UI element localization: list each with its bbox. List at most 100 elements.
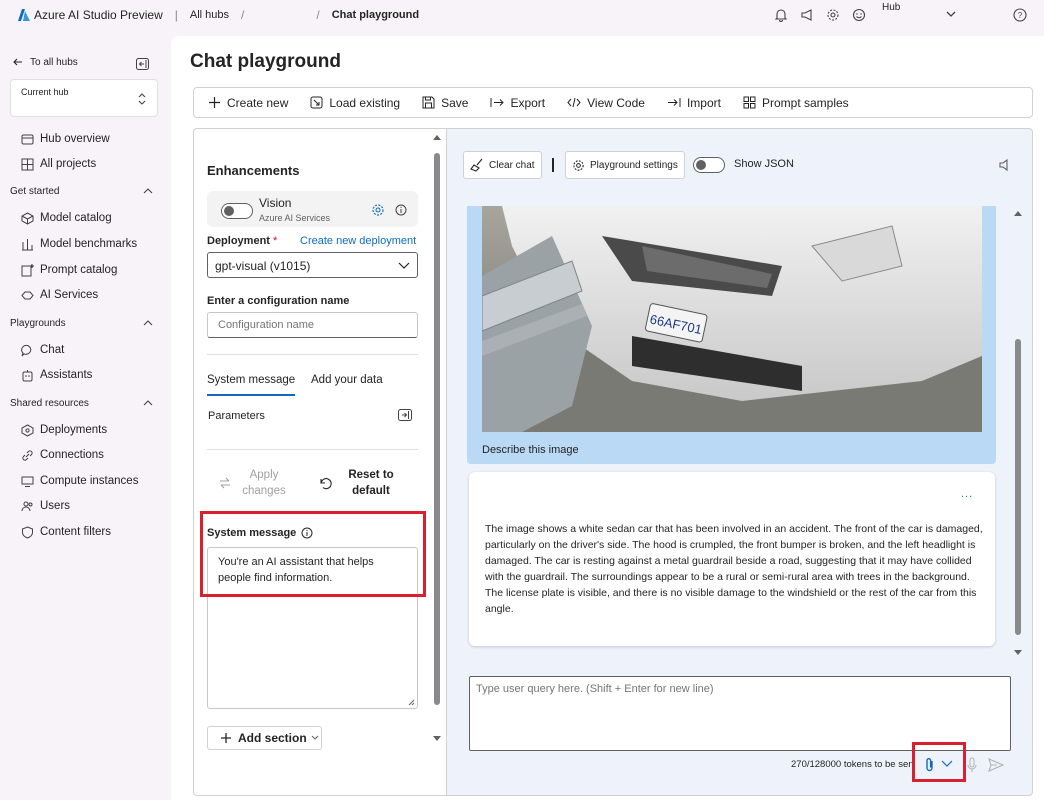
- chat-scrollbar[interactable]: [1013, 209, 1023, 659]
- tab-system-message[interactable]: System message: [207, 374, 296, 396]
- collapse-panel-icon[interactable]: [136, 58, 149, 70]
- enhancements-title: Enhancements: [207, 163, 300, 178]
- nav-group-get-started[interactable]: Get started: [10, 186, 59, 197]
- load-existing-button[interactable]: Load existing: [310, 96, 400, 110]
- show-json-label: Show JSON: [734, 158, 794, 170]
- save-button[interactable]: Save: [422, 96, 468, 110]
- assistant-icon: [20, 368, 34, 382]
- resize-grip-icon[interactable]: [408, 699, 415, 706]
- page-title: Chat playground: [190, 51, 341, 72]
- hub-label[interactable]: Hub: [882, 2, 900, 13]
- nav-chat[interactable]: Chat: [20, 343, 64, 357]
- current-hub-label: Current hub: [21, 87, 69, 97]
- create-new-button[interactable]: Create new: [208, 96, 288, 110]
- left-nav: To all hubs Current hub Hub overview All…: [0, 36, 168, 800]
- nav-ai-services[interactable]: AI Services: [20, 288, 98, 302]
- brand[interactable]: Azure AI Studio Preview: [18, 8, 163, 22]
- scroll-up-icon[interactable]: [1013, 209, 1023, 219]
- car-accident-image[interactable]: 66AF701: [482, 206, 982, 432]
- scroll-thumb[interactable]: [434, 153, 440, 705]
- nav-connections[interactable]: Connections: [20, 448, 104, 462]
- top-bar: Azure AI Studio Preview | All hubs / / C…: [0, 0, 1044, 30]
- reset-to-default-button[interactable]: Reset to default: [318, 467, 404, 499]
- chevron-up-icon[interactable]: [142, 186, 154, 196]
- microphone-icon[interactable]: [966, 757, 978, 773]
- add-section-button[interactable]: Add section: [207, 726, 322, 750]
- breadcrumb-all-hubs[interactable]: All hubs: [190, 9, 229, 21]
- toolbar: Create new Load existing Save Export Vie…: [193, 87, 1033, 118]
- save-icon: [422, 96, 435, 109]
- to-all-hubs-link[interactable]: To all hubs: [12, 56, 78, 68]
- parameters-label[interactable]: Parameters: [208, 410, 265, 422]
- apply-changes-button[interactable]: Apply changes: [218, 467, 296, 499]
- brand-name: Azure AI Studio Preview: [34, 8, 163, 22]
- divider: [207, 354, 418, 355]
- to-all-hubs-label: To all hubs: [30, 56, 78, 68]
- scroll-thumb[interactable]: [1015, 339, 1021, 635]
- prompt-samples-button[interactable]: Prompt samples: [743, 96, 849, 110]
- paperclip-icon[interactable]: [923, 757, 937, 773]
- nav-content-filters[interactable]: Content filters: [20, 525, 111, 539]
- view-code-button[interactable]: View Code: [567, 96, 645, 110]
- nav-deployments[interactable]: Deployments: [20, 423, 107, 437]
- chevron-down-icon[interactable]: [944, 7, 958, 21]
- settings-gear-icon[interactable]: [824, 6, 842, 24]
- send-icon[interactable]: [988, 757, 1004, 773]
- gear-icon[interactable]: [371, 203, 385, 217]
- swap-arrows-icon: [220, 477, 230, 489]
- scroll-down-icon[interactable]: [1013, 647, 1023, 657]
- nav-all-projects[interactable]: All projects: [20, 157, 96, 171]
- nav-hub-overview[interactable]: Hub overview: [20, 132, 110, 146]
- nav-assistants[interactable]: Assistants: [20, 368, 92, 382]
- plus-icon: [209, 97, 220, 108]
- expand-panel-icon[interactable]: [398, 409, 412, 421]
- help-icon[interactable]: ?: [1012, 7, 1028, 23]
- plus-icon: [221, 733, 231, 743]
- bell-icon[interactable]: [772, 6, 790, 24]
- megaphone-icon[interactable]: [798, 6, 816, 24]
- user-message-text: Describe this image: [482, 444, 579, 456]
- smiley-feedback-icon[interactable]: [850, 6, 868, 24]
- scroll-down-icon[interactable]: [432, 733, 442, 743]
- chevron-up-icon[interactable]: [142, 398, 154, 408]
- vision-enhancement: Vision Azure AI Services: [207, 191, 418, 227]
- nav-users[interactable]: Users: [20, 499, 70, 513]
- config-name-input[interactable]: [207, 312, 418, 338]
- chevron-up-down-icon: [138, 93, 146, 105]
- deployment-select[interactable]: gpt-visual (v1015): [207, 252, 418, 278]
- nav-group-playgrounds[interactable]: Playgrounds: [10, 318, 66, 329]
- chevron-up-icon[interactable]: [142, 318, 154, 328]
- info-icon[interactable]: [301, 527, 313, 539]
- info-icon[interactable]: [395, 204, 407, 216]
- nav-group-shared-resources[interactable]: Shared resources: [10, 398, 89, 409]
- deployment-value: gpt-visual (v1015): [215, 259, 311, 273]
- compute-icon: [20, 474, 34, 488]
- nav-model-benchmarks[interactable]: Model benchmarks: [20, 237, 137, 251]
- nav-model-catalog[interactable]: Model catalog: [20, 211, 112, 225]
- benchmark-icon: [20, 237, 34, 251]
- import-button[interactable]: Import: [667, 96, 721, 110]
- tab-add-your-data[interactable]: Add your data: [311, 374, 383, 386]
- users-icon: [20, 499, 34, 513]
- deployment-label: Deployment *: [207, 235, 278, 247]
- prompt-icon: [20, 263, 34, 277]
- chevron-down-icon[interactable]: [941, 759, 953, 769]
- link-icon: [20, 448, 34, 462]
- playground-settings-button[interactable]: Playground settings: [565, 151, 685, 179]
- scroll-up-icon[interactable]: [432, 133, 442, 143]
- export-button[interactable]: Export: [490, 96, 545, 110]
- vision-toggle[interactable]: [221, 203, 253, 219]
- config-scrollbar[interactable]: [432, 133, 442, 747]
- clear-chat-button[interactable]: Clear chat: [463, 151, 542, 179]
- show-json-toggle[interactable]: [693, 157, 725, 173]
- nav-prompt-catalog[interactable]: Prompt catalog: [20, 263, 117, 277]
- speaker-icon[interactable]: [998, 158, 1012, 172]
- nav-compute-instances[interactable]: Compute instances: [20, 474, 138, 488]
- chevron-down-icon: [311, 735, 319, 740]
- create-new-deployment-link[interactable]: Create new deployment: [300, 235, 416, 247]
- current-hub-select[interactable]: Current hub: [10, 79, 158, 117]
- breadcrumb-current[interactable]: Chat playground: [332, 9, 419, 21]
- system-message-textarea[interactable]: You're an AI assistant that helps people…: [207, 547, 418, 709]
- user-query-input[interactable]: [470, 677, 1010, 750]
- more-options-icon[interactable]: ...: [961, 488, 973, 500]
